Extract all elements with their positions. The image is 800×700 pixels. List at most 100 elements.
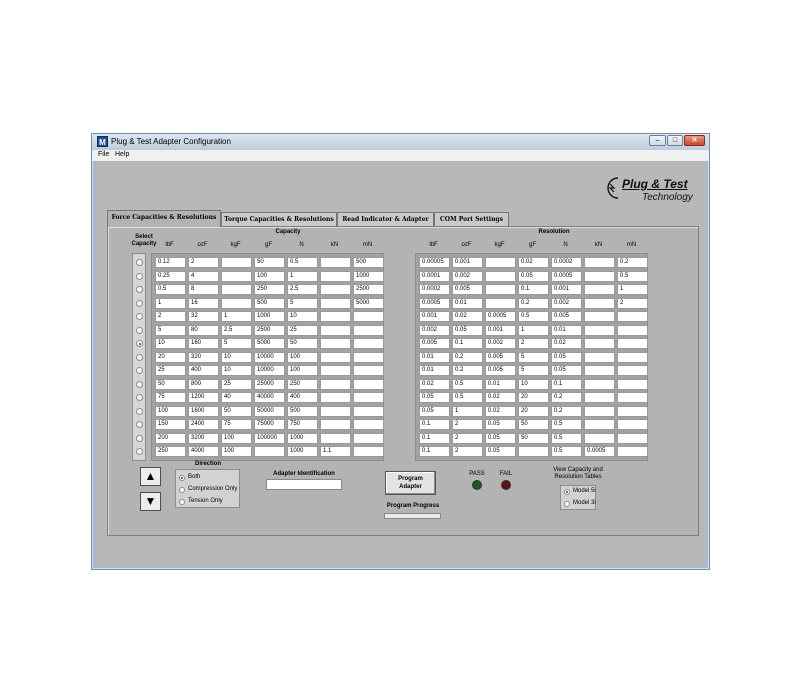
capacity-cell[interactable]	[353, 338, 384, 349]
minimize-button[interactable]: –	[649, 135, 666, 146]
capacity-cell[interactable]	[353, 378, 384, 390]
resolution-cell[interactable]: 50	[518, 419, 549, 430]
capacity-cell[interactable]	[320, 297, 351, 309]
select-capacity-radio[interactable]	[136, 286, 143, 293]
resolution-cell[interactable]	[584, 432, 615, 444]
capacity-cell[interactable]: 20	[155, 351, 186, 363]
resolution-cell[interactable]: 20	[518, 392, 549, 403]
resolution-cell[interactable]: 0.1	[419, 432, 450, 444]
select-capacity-radio[interactable]	[136, 340, 143, 347]
capacity-cell[interactable]: 100	[287, 351, 318, 363]
resolution-cell[interactable]	[617, 378, 648, 390]
capacity-cell[interactable]	[353, 419, 384, 430]
capacity-cell[interactable]	[320, 338, 351, 349]
capacity-cell[interactable]: 40000	[254, 392, 285, 403]
resolution-cell[interactable]	[584, 338, 615, 349]
resolution-cell[interactable]: 0.1	[551, 378, 582, 390]
resolution-cell[interactable]	[617, 392, 648, 403]
capacity-cell[interactable]: 250	[155, 446, 186, 457]
capacity-cell[interactable]: 2	[155, 311, 186, 322]
capacity-cell[interactable]: 250	[287, 378, 318, 390]
resolution-cell[interactable]: 0.02	[485, 405, 516, 417]
capacity-cell[interactable]: 4	[188, 270, 219, 282]
capacity-cell[interactable]: 0.25	[155, 270, 186, 282]
title-bar[interactable]: M Plug & Test Adapter Configuration – □ …	[92, 134, 709, 150]
capacity-cell[interactable]: 8	[188, 284, 219, 295]
move-up-button[interactable]: ▲	[140, 467, 161, 486]
capacity-cell[interactable]	[221, 297, 252, 309]
capacity-cell[interactable]: 25	[155, 365, 186, 376]
resolution-cell[interactable]: 0.02	[551, 338, 582, 349]
resolution-cell[interactable]: 1	[452, 405, 483, 417]
resolution-cell[interactable]: 0.0005	[485, 311, 516, 322]
capacity-cell[interactable]	[221, 284, 252, 295]
tab-force[interactable]: Force Capacities & Resolutions	[107, 210, 221, 227]
resolution-cell[interactable]	[584, 351, 615, 363]
select-capacity-radio[interactable]	[136, 259, 143, 266]
capacity-cell[interactable]: 0.5	[155, 284, 186, 295]
capacity-cell[interactable]: 5	[287, 297, 318, 309]
resolution-cell[interactable]	[485, 284, 516, 295]
resolution-cell[interactable]: 0.002	[452, 270, 483, 282]
capacity-cell[interactable]: 0.12	[155, 257, 186, 268]
resolution-cell[interactable]	[617, 351, 648, 363]
resolution-cell[interactable]: 2	[452, 419, 483, 430]
resolution-cell[interactable]: 0.05	[485, 446, 516, 457]
resolution-cell[interactable]: 0.5	[551, 419, 582, 430]
resolution-cell[interactable]: 0.05	[485, 419, 516, 430]
capacity-cell[interactable]	[320, 365, 351, 376]
resolution-cell[interactable]: 0.05	[419, 405, 450, 417]
resolution-cell[interactable]: 0.2	[452, 365, 483, 376]
resolution-cell[interactable]: 0.5	[551, 432, 582, 444]
capacity-cell[interactable]: 5000	[353, 297, 384, 309]
direction-radio-tension[interactable]	[179, 499, 185, 505]
resolution-cell[interactable]: 0.005	[419, 338, 450, 349]
resolution-cell[interactable]	[617, 419, 648, 430]
select-capacity-radio[interactable]	[136, 448, 143, 455]
capacity-cell[interactable]: 500	[254, 297, 285, 309]
capacity-cell[interactable]: 100000	[254, 432, 285, 444]
resolution-cell[interactable]: 50	[518, 432, 549, 444]
capacity-cell[interactable]	[320, 351, 351, 363]
resolution-cell[interactable]	[584, 257, 615, 268]
capacity-cell[interactable]: 100	[287, 365, 318, 376]
capacity-cell[interactable]: 2500	[254, 324, 285, 336]
capacity-cell[interactable]: 400	[188, 365, 219, 376]
capacity-cell[interactable]: 80	[188, 324, 219, 336]
capacity-cell[interactable]	[320, 392, 351, 403]
capacity-cell[interactable]: 10	[221, 351, 252, 363]
capacity-cell[interactable]: 25	[221, 378, 252, 390]
resolution-cell[interactable]: 0.02	[419, 378, 450, 390]
resolution-cell[interactable]: 0.1	[518, 284, 549, 295]
resolution-cell[interactable]: 0.0005	[551, 270, 582, 282]
capacity-cell[interactable]	[353, 311, 384, 322]
capacity-cell[interactable]	[353, 432, 384, 444]
resolution-cell[interactable]	[617, 446, 648, 457]
capacity-cell[interactable]: 75000	[254, 419, 285, 430]
resolution-cell[interactable]: 0.05	[485, 432, 516, 444]
resolution-cell[interactable]: 0.001	[551, 284, 582, 295]
capacity-cell[interactable]	[353, 392, 384, 403]
capacity-cell[interactable]: 800	[188, 378, 219, 390]
tab-torque[interactable]: Torque Capacities & Resolutions	[221, 212, 337, 226]
capacity-cell[interactable]: 0.5	[287, 257, 318, 268]
resolution-cell[interactable]	[518, 446, 549, 457]
resolution-cell[interactable]: 0.02	[485, 392, 516, 403]
resolution-cell[interactable]	[584, 419, 615, 430]
capacity-cell[interactable]: 5	[221, 338, 252, 349]
select-capacity-radio[interactable]	[136, 421, 143, 428]
capacity-cell[interactable]: 400	[287, 392, 318, 403]
select-capacity-radio[interactable]	[136, 394, 143, 401]
resolution-cell[interactable]: 0.00005	[419, 257, 450, 268]
capacity-cell[interactable]: 75	[221, 419, 252, 430]
resolution-cell[interactable]: 2	[452, 446, 483, 457]
capacity-cell[interactable]: 50000	[254, 405, 285, 417]
capacity-cell[interactable]: 500	[353, 257, 384, 268]
capacity-cell[interactable]: 1	[221, 311, 252, 322]
capacity-cell[interactable]: 75	[155, 392, 186, 403]
resolution-cell[interactable]: 0.05	[419, 392, 450, 403]
capacity-cell[interactable]	[320, 257, 351, 268]
capacity-cell[interactable]	[320, 311, 351, 322]
maximize-button[interactable]: □	[667, 135, 683, 146]
capacity-cell[interactable]: 50	[287, 338, 318, 349]
